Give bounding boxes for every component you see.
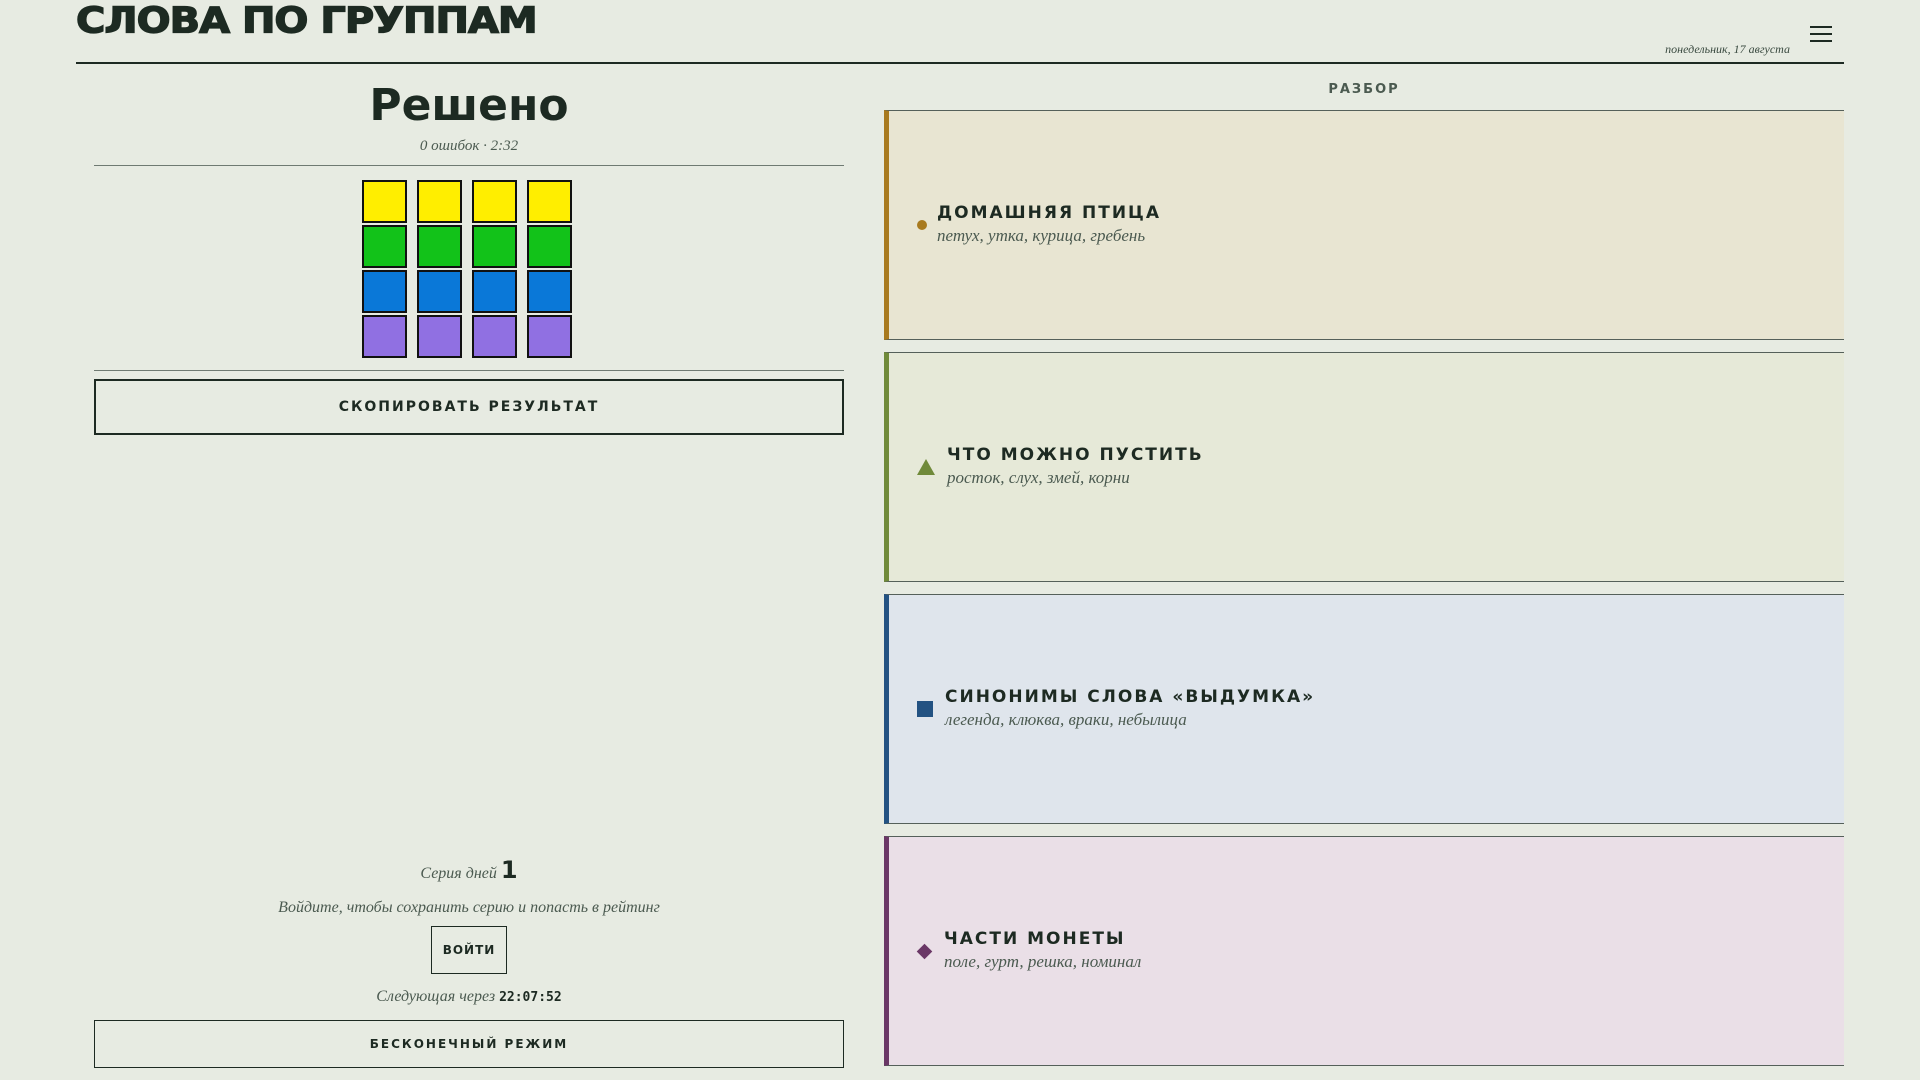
next-puzzle-timer: Следующая через 22:07:52 <box>94 988 844 1006</box>
result-cell <box>362 180 407 223</box>
result-cell <box>417 180 462 223</box>
group-title: СИНОНИМЫ СЛОВА «ВЫДУМКА» <box>945 687 1316 707</box>
group-words: петух, утка, курица, гребень <box>937 226 1146 245</box>
diamond-icon <box>916 943 933 959</box>
login-button[interactable]: ВОЙТИ <box>431 926 507 974</box>
result-cell <box>417 315 462 358</box>
group-card: ЧТО МОЖНО ПУСТИТЬ росток, слух, змей, ко… <box>884 352 1844 582</box>
result-cell <box>472 270 517 313</box>
result-cell <box>362 225 407 268</box>
square-icon <box>917 701 933 717</box>
result-subtitle: 0 ошибок · 2:32 <box>419 138 519 154</box>
result-cell <box>527 180 572 223</box>
result-cell <box>362 270 407 313</box>
streak-counter: Серия дней 1 <box>94 856 844 884</box>
result-title: Решено <box>369 80 569 131</box>
divider <box>94 370 844 371</box>
group-title: ЧТО МОЖНО ПУСТИТЬ <box>947 445 1204 465</box>
result-grid <box>362 180 576 360</box>
analysis-label: РАЗБОР <box>1328 82 1400 97</box>
site-logo[interactable]: СЛОВА ПО ГРУППАМ <box>75 1 538 40</box>
app-root: СЛОВА ПО ГРУППАМ понедельник, 17 августа… <box>0 0 1920 1080</box>
next-time: 22:07:52 <box>499 990 562 1005</box>
copy-result-button[interactable]: СКОПИРОВАТЬ РЕЗУЛЬТАТ <box>94 379 844 435</box>
divider <box>94 165 844 166</box>
result-cell <box>362 315 407 358</box>
hamburger-menu-icon[interactable] <box>1810 26 1832 42</box>
analysis-panel: РАЗБОР ДОМАШНЯЯ ПТИЦА петух, утка, куриц… <box>884 64 1844 1080</box>
group-words: росток, слух, змей, корни <box>947 468 1130 487</box>
current-date: понедельник, 17 августа <box>1665 42 1790 56</box>
group-title: ЧАСТИ МОНЕТЫ <box>944 929 1126 949</box>
group-card: СИНОНИМЫ СЛОВА «ВЫДУМКА» легенда, клюква… <box>884 594 1844 824</box>
endless-mode-button[interactable]: БЕСКОНЕЧНЫЙ РЕЖИМ <box>94 1020 844 1068</box>
result-cell <box>527 315 572 358</box>
group-words: легенда, клюква, враки, небылица <box>945 710 1187 729</box>
result-cell <box>417 270 462 313</box>
header: СЛОВА ПО ГРУППАМ понедельник, 17 августа <box>75 0 1844 64</box>
result-panel: Решено 0 ошибок · 2:32 СКОПИРОВАТЬ РЕЗУЛ… <box>94 64 844 1080</box>
streak-label: Серия дней <box>420 865 497 882</box>
result-cell <box>472 225 517 268</box>
group-title: ДОМАШНЯЯ ПТИЦА <box>937 203 1161 223</box>
group-card: ЧАСТИ МОНЕТЫ поле, гурт, решка, номинал <box>884 836 1844 1066</box>
triangle-icon <box>917 459 935 475</box>
result-cell <box>527 225 572 268</box>
streak-value: 1 <box>500 856 518 884</box>
next-label: Следующая через <box>376 988 496 1005</box>
result-cell <box>527 270 572 313</box>
login-hint: Войдите, чтобы сохранить серию и попасть… <box>278 899 660 916</box>
result-cell <box>472 315 517 358</box>
circle-icon <box>917 220 927 230</box>
group-card: ДОМАШНЯЯ ПТИЦА петух, утка, курица, греб… <box>884 110 1844 340</box>
result-cell <box>472 180 517 223</box>
group-words: поле, гурт, решка, номинал <box>944 952 1142 971</box>
result-cell <box>417 225 462 268</box>
